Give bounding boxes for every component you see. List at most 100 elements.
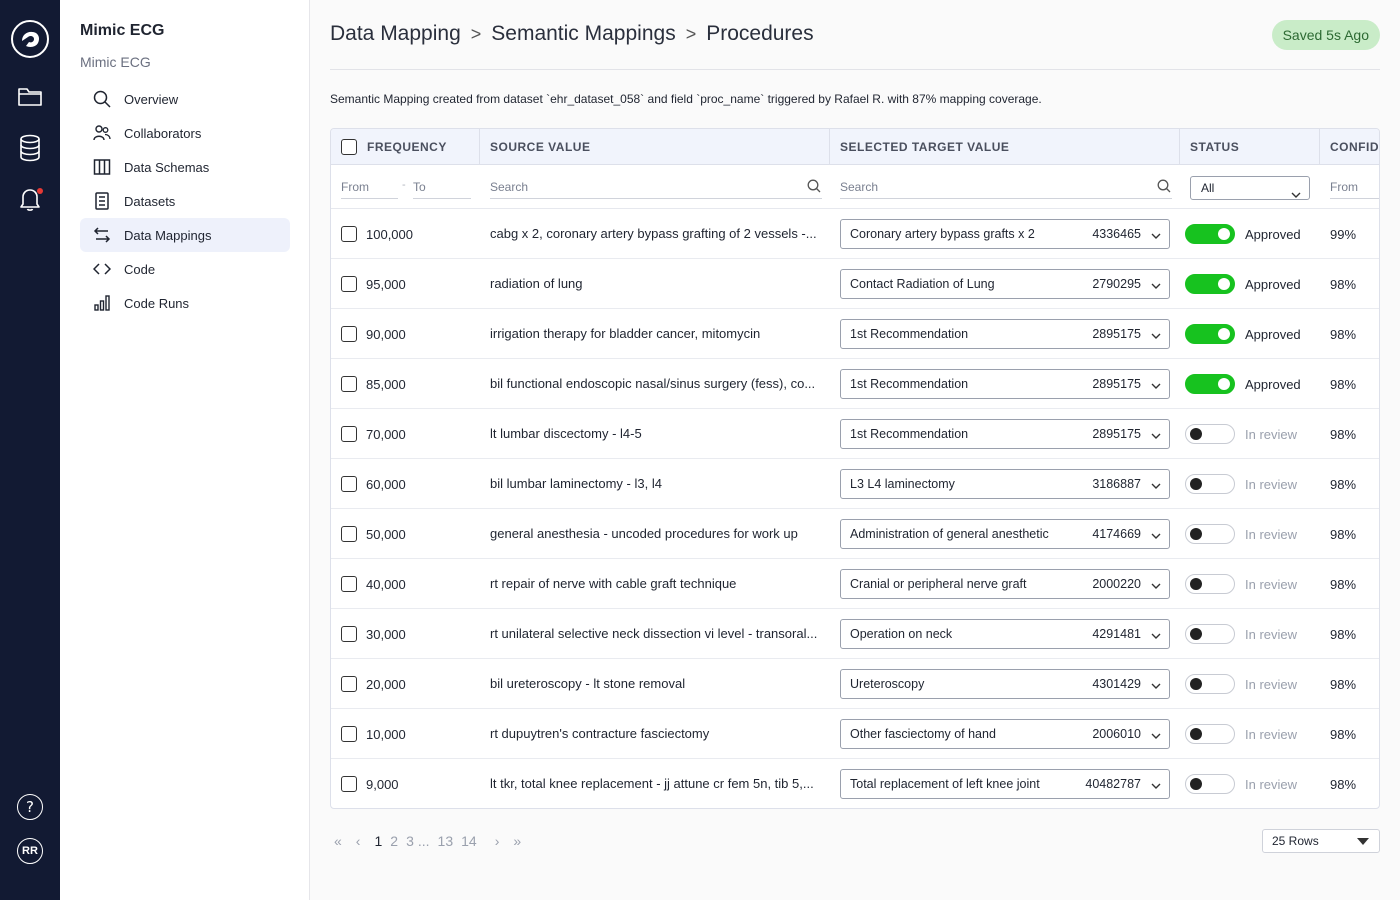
row-checkbox[interactable] (341, 276, 357, 292)
chevron-down-icon (1151, 479, 1161, 493)
source-value-cell: irrigation therapy for bladder cancer, m… (490, 326, 761, 341)
bell-icon[interactable] (0, 186, 60, 212)
confidence-from-input[interactable]: From (1330, 177, 1379, 199)
approval-toggle[interactable] (1185, 724, 1235, 744)
page-14[interactable]: 14 (461, 833, 477, 849)
sidebar-item-code-runs[interactable]: Code Runs (80, 286, 290, 320)
row-checkbox[interactable] (341, 526, 357, 542)
select-all-checkbox[interactable] (341, 139, 357, 155)
frequency-to-input[interactable]: To (413, 177, 471, 199)
approval-toggle[interactable] (1185, 574, 1235, 594)
sidebar-item-overview[interactable]: Overview (80, 82, 290, 116)
logo-icon (11, 20, 49, 58)
column-header-frequency[interactable]: FREQUENCY (331, 129, 480, 165)
target-search-input[interactable]: Search (840, 177, 1172, 199)
target-concept-id: 2000220 (1092, 577, 1141, 591)
table-row[interactable]: 50,000 general anesthesia - uncoded proce… (331, 509, 1379, 559)
target-value-select[interactable]: 1st Recommendation 2895175 (840, 419, 1170, 449)
breadcrumb-data-mapping[interactable]: Data Mapping (330, 22, 461, 46)
target-value-select[interactable]: 1st Recommendation 2895175 (840, 319, 1170, 349)
target-value-select[interactable]: 1st Recommendation 2895175 (840, 369, 1170, 399)
sidebar-nav: Overview Collaborators Data Schemas Data… (80, 82, 290, 320)
status-text: In review (1245, 626, 1298, 642)
confidence-cell: 98% (1330, 676, 1357, 692)
help-button[interactable]: ? (0, 794, 60, 820)
caret-down-icon (1357, 838, 1369, 845)
page-13[interactable]: 13 (438, 833, 454, 849)
approval-toggle[interactable] (1185, 474, 1235, 494)
row-checkbox[interactable] (341, 376, 357, 392)
approval-toggle[interactable] (1185, 624, 1235, 644)
row-checkbox[interactable] (341, 776, 357, 792)
select-value: 25 Rows (1272, 834, 1319, 848)
target-value-select[interactable]: Total replacement of left knee joint 4048… (840, 769, 1170, 799)
row-checkbox[interactable] (341, 576, 357, 592)
last-page-button[interactable]: » (513, 833, 521, 849)
status-filter-select[interactable]: All (1190, 176, 1310, 200)
page-2[interactable]: 2 (390, 833, 398, 849)
sidebar-item-code[interactable]: Code (80, 252, 290, 286)
source-value-cell: radiation of lung (490, 276, 583, 291)
frequency-from-input[interactable]: From (341, 177, 398, 199)
prev-page-button[interactable]: ‹ (356, 833, 361, 849)
target-value-select[interactable]: Administration of general anesthetic 4174… (840, 519, 1170, 549)
database-icon[interactable] (0, 134, 60, 162)
sidebar-item-label: Collaborators (124, 125, 202, 141)
target-value-select[interactable]: Ureteroscopy 4301429 (840, 669, 1170, 699)
table-row[interactable]: 70,000 lt lumbar discectomy - l4-5 1st Rec… (331, 409, 1379, 459)
approval-toggle[interactable] (1185, 374, 1235, 394)
user-avatar[interactable]: RR (0, 838, 60, 864)
table-row[interactable]: 20,000 bil ureteroscopy - lt stone remova… (331, 659, 1379, 709)
column-header-status[interactable]: STATUS (1180, 129, 1320, 165)
table-row[interactable]: 90,000 irrigation therapy for bladder can… (331, 309, 1379, 359)
table-header: FREQUENCY SOURCE VALUE SELECTED TARGET V… (331, 129, 1379, 165)
table-row[interactable]: 85,000 bil functional endoscopic nasal/si… (331, 359, 1379, 409)
approval-toggle[interactable] (1185, 324, 1235, 344)
table-row[interactable]: 10,000 rt dupuytren's contracture fasciec… (331, 709, 1379, 759)
app-logo[interactable] (0, 20, 60, 58)
sidebar-item-data-schemas[interactable]: Data Schemas (80, 150, 290, 184)
table-row[interactable]: 100,000 cabg x 2, coronary artery bypass … (331, 209, 1379, 259)
approval-toggle[interactable] (1185, 674, 1235, 694)
breadcrumb-semantic-mappings[interactable]: Semantic Mappings (491, 22, 675, 46)
table-row[interactable]: 95,000 radiation of lung Contact Radiation… (331, 259, 1379, 309)
chevron-down-icon (1151, 279, 1161, 293)
source-search-input[interactable]: Search (490, 177, 822, 199)
row-checkbox[interactable] (341, 226, 357, 242)
first-page-button[interactable]: « (334, 833, 342, 849)
target-value-select[interactable]: Cranial or peripheral nerve graft 2000220 (840, 569, 1170, 599)
table-row[interactable]: 30,000 rt unilateral selective neck disse… (331, 609, 1379, 659)
rows-per-page-select[interactable]: 25 Rows (1262, 829, 1380, 853)
table-row[interactable]: 9,000 lt tkr, total knee replacement - jj… (331, 759, 1379, 808)
row-checkbox[interactable] (341, 676, 357, 692)
approval-toggle[interactable] (1185, 524, 1235, 544)
target-value-select[interactable]: Operation on neck 4291481 (840, 619, 1170, 649)
column-header-target-value[interactable]: SELECTED TARGET VALUE (830, 129, 1180, 165)
approval-toggle[interactable] (1185, 424, 1235, 444)
folder-icon[interactable] (0, 84, 60, 108)
target-value-select[interactable]: Other fasciectomy of hand 2006010 (840, 719, 1170, 749)
row-checkbox[interactable] (341, 326, 357, 342)
target-label: Total replacement of left knee joint (850, 777, 1040, 791)
sidebar-item-data-mappings[interactable]: Data Mappings (80, 218, 290, 252)
sidebar-item-datasets[interactable]: Datasets (80, 184, 290, 218)
approval-toggle[interactable] (1185, 274, 1235, 294)
page-3[interactable]: 3 (406, 833, 414, 849)
next-page-button[interactable]: › (495, 833, 500, 849)
target-value-select[interactable]: Contact Radiation of Lung 2790295 (840, 269, 1170, 299)
target-concept-id: 4336465 (1092, 227, 1141, 241)
row-checkbox[interactable] (341, 426, 357, 442)
row-checkbox[interactable] (341, 726, 357, 742)
target-value-select[interactable]: Coronary artery bypass grafts x 2 4336465 (840, 219, 1170, 249)
column-header-source-value[interactable]: SOURCE VALUE (480, 129, 830, 165)
table-row[interactable]: 60,000 bil lumbar laminectomy - l3, l4 L3 … (331, 459, 1379, 509)
approval-toggle[interactable] (1185, 774, 1235, 794)
target-value-select[interactable]: L3 L4 laminectomy 3186887 (840, 469, 1170, 499)
table-row[interactable]: 40,000 rt repair of nerve with cable graf… (331, 559, 1379, 609)
column-header-confidence[interactable]: CONFIDE (1320, 129, 1379, 165)
page-1[interactable]: 1 (374, 833, 382, 849)
approval-toggle[interactable] (1185, 224, 1235, 244)
sidebar-item-collaborators[interactable]: Collaborators (80, 116, 290, 150)
row-checkbox[interactable] (341, 626, 357, 642)
row-checkbox[interactable] (341, 476, 357, 492)
